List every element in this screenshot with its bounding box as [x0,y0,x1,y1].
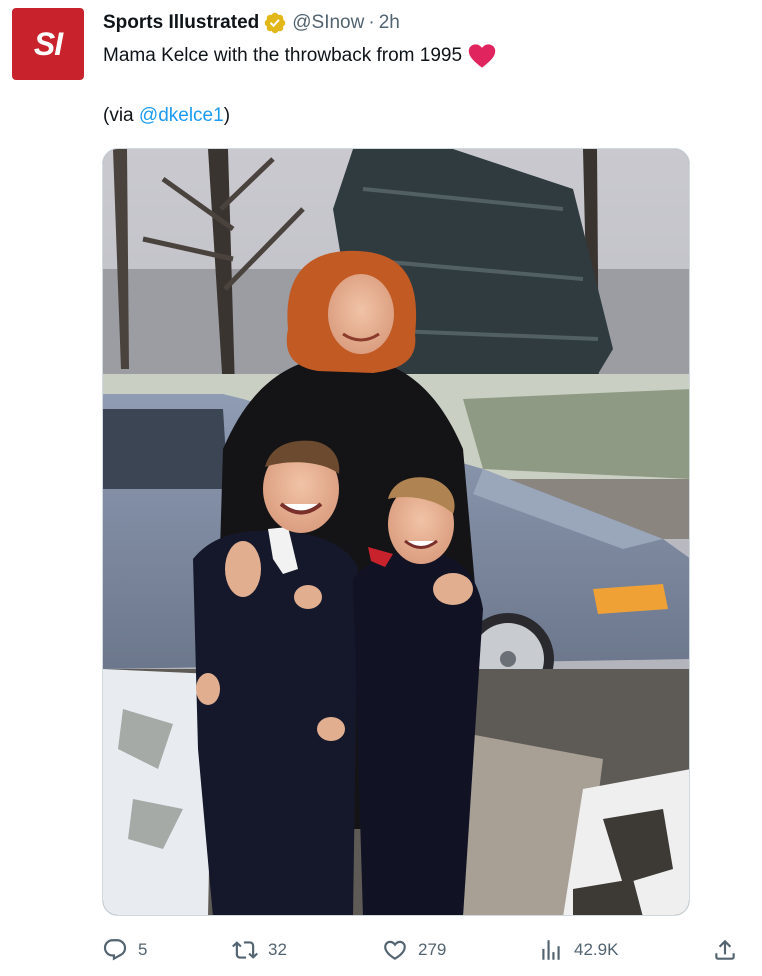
tweet-via-line: (via @dkelce1) [103,102,230,130]
reply-icon [103,939,127,961]
avatar-logo-text: SI [33,25,63,62]
reply-count: 5 [138,940,148,959]
tweet-action-bar: 5 32 279 42.9K [100,928,744,972]
like-icon [384,940,406,960]
retweet-count: 32 [268,940,287,959]
reply-button[interactable]: 5 [102,928,147,972]
author-handle[interactable]: @SInow [292,12,364,34]
share-button[interactable] [712,928,738,972]
via-prefix: (via [103,105,139,126]
via-suffix: ) [223,105,231,126]
retweet-button[interactable]: 32 [232,928,287,972]
views-button[interactable]: 42.9K [538,928,618,972]
tweet-body: Mama Kelce with the throwback from 1995 [103,45,463,66]
photo-image [103,149,689,915]
views-icon [542,940,560,960]
via-mention-link[interactable]: @dkelce1 [139,105,224,126]
retweet-icon [232,941,258,959]
tweet-text: Mama Kelce with the throwback from 1995 [103,42,496,70]
like-count: 279 [418,940,447,959]
tweet-photo[interactable] [102,148,690,916]
header-separator: · [368,12,375,33]
views-count: 42.9K [574,940,619,959]
share-icon [715,939,735,960]
verified-badge-icon [265,12,286,34]
tweet-header: Sports Illustrated @SInow · 2h [103,10,400,36]
author-name[interactable]: Sports Illustrated [103,12,259,34]
tweet-timestamp[interactable]: 2h [379,12,400,34]
red-heart-icon [468,44,496,68]
author-avatar[interactable]: SI [12,8,84,80]
like-button[interactable]: 279 [382,928,446,972]
